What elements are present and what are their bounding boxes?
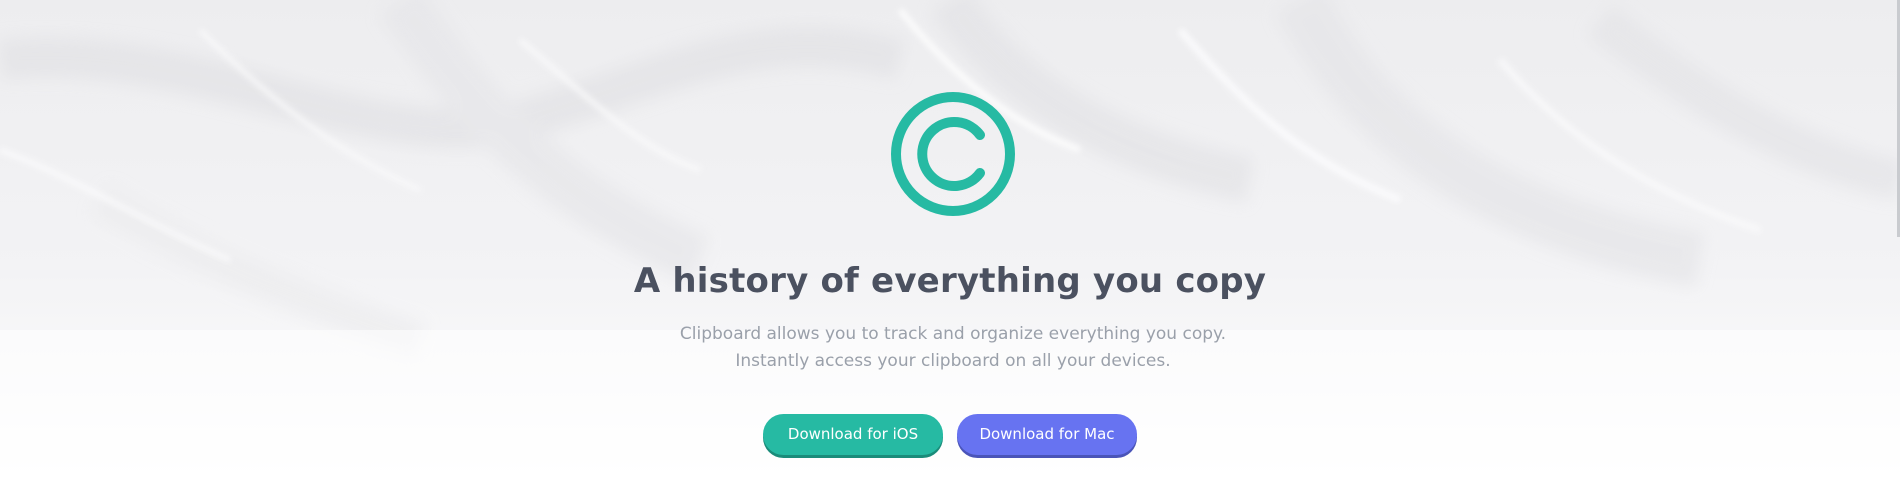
download-ios-button[interactable]: Download for iOS (763, 414, 943, 455)
download-mac-button[interactable]: Download for Mac (957, 414, 1137, 455)
hero-content: A history of everything you copy Clipboa… (0, 0, 1900, 494)
hero-title: A history of everything you copy (633, 261, 1267, 301)
hero-subtitle: Clipboard allows you to track and organi… (679, 324, 1227, 371)
hero-section: A history of everything you copy Clipboa… (0, 0, 1900, 494)
copyright-c-icon (891, 92, 1015, 216)
